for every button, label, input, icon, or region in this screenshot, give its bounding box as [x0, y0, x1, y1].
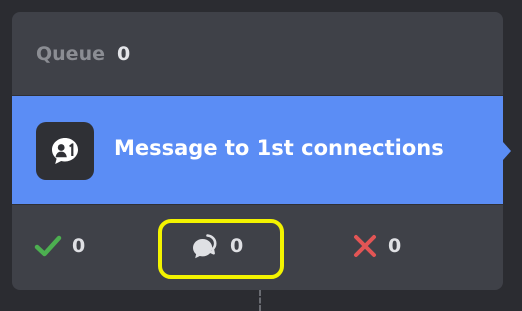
step-connector-line — [259, 290, 261, 311]
replies-stat[interactable]: 0 — [190, 229, 243, 263]
cross-icon — [354, 235, 376, 257]
failed-count: 0 — [388, 235, 402, 257]
queue-row: Queue 0 — [36, 41, 130, 67]
success-count: 0 — [72, 235, 86, 257]
step-pointer-arrow — [503, 142, 511, 160]
campaign-step-card[interactable]: Queue 0 Message to 1st connections 0 0 0 — [12, 12, 511, 290]
failed-stat[interactable]: 0 — [352, 229, 401, 263]
message-first-connection-icon-svg — [52, 138, 78, 164]
stats-row: 0 0 0 — [12, 205, 503, 290]
queue-count: 0 — [116, 43, 131, 65]
action-title: Message to 1st connections — [114, 136, 444, 160]
success-stat[interactable]: 0 — [34, 229, 85, 263]
message-first-connection-icon — [36, 122, 94, 180]
replies-count: 0 — [230, 235, 244, 257]
action-step[interactable]: Message to 1st connections — [12, 95, 511, 205]
chat-bubbles-icon — [193, 234, 217, 259]
queue-label: Queue — [36, 43, 105, 65]
checkmark-icon — [34, 235, 62, 257]
